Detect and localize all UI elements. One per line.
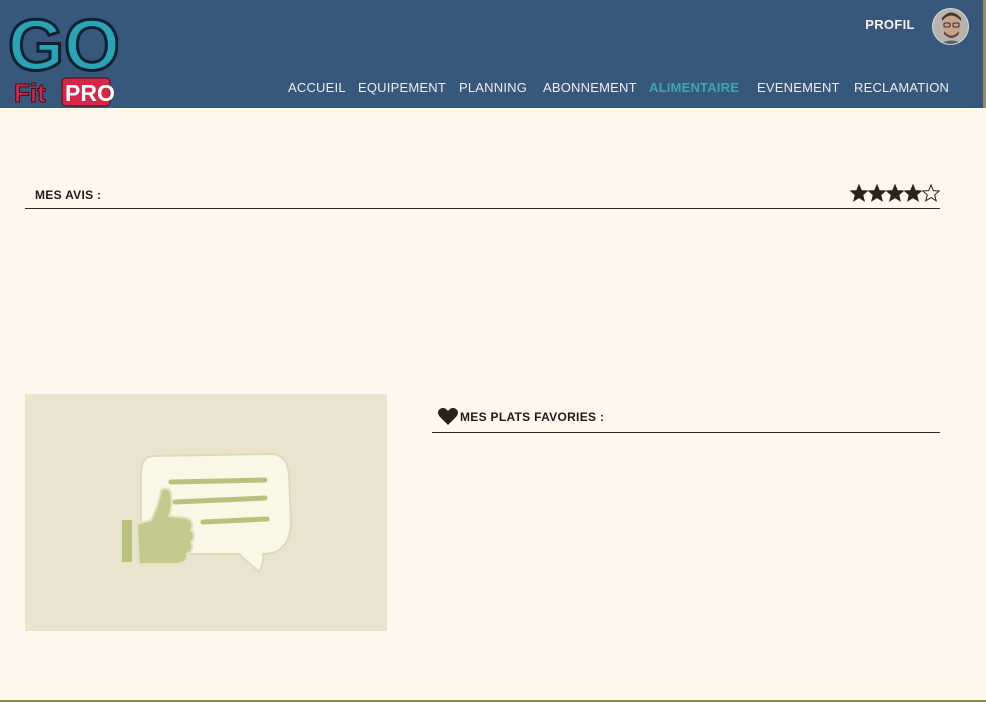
star-rating[interactable] [850,184,940,202]
heart-icon [438,407,458,425]
nav-item-evenement[interactable]: EVENEMENT [757,80,840,95]
nav-item-accueil[interactable]: ACCUEIL [288,80,346,95]
avis-section-header: MES AVIS : [25,180,940,209]
star-filled-icon[interactable] [868,184,886,202]
avatar[interactable] [932,8,969,45]
star-filled-icon[interactable] [850,184,868,202]
nav-item-planning[interactable]: PLANNING [459,80,527,95]
star-filled-icon[interactable] [886,184,904,202]
nav-item-equipement[interactable]: EQUIPEMENT [358,80,446,95]
thumbs-up-chat-icon [122,452,293,574]
profile-link[interactable]: PROFIL [858,17,922,32]
page: GO Fit PRO PROFIL ACCUEIL EQUIPEMENT PLA… [0,0,986,702]
main-nav: ACCUEIL EQUIPEMENT PLANNING ABONNEMENT A… [0,80,986,96]
favoris-section-header: MES PLATS FAVORIES : [432,404,940,433]
logo-text-go: GO [8,6,118,86]
review-illustration [25,394,387,631]
header: GO Fit PRO PROFIL ACCUEIL EQUIPEMENT PLA… [0,0,986,108]
star-empty-icon[interactable] [922,184,940,202]
favoris-title: MES PLATS FAVORIES : [460,410,605,424]
avis-title: MES AVIS : [35,188,102,202]
nav-item-abonnement[interactable]: ABONNEMENT [543,80,637,95]
avatar-image [933,9,968,44]
star-filled-icon[interactable] [904,184,922,202]
nav-item-reclamation[interactable]: RECLAMATION [854,80,949,95]
nav-item-alimentaire[interactable]: ALIMENTAIRE [649,80,739,95]
